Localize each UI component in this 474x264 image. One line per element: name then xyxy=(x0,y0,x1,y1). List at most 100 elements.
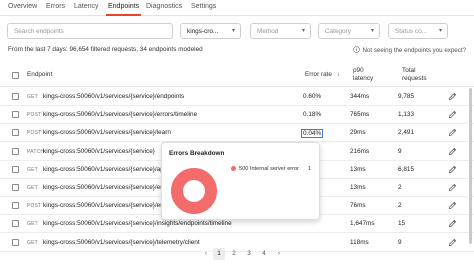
chevron-down-icon: ▾ xyxy=(438,28,442,34)
method-placeholder: Method xyxy=(257,28,279,35)
http-method-badge: PATCH xyxy=(27,148,45,155)
row-checkbox[interactable] xyxy=(12,111,19,119)
table-header: Endpoint Error rate ↓ p90 latency Total … xyxy=(0,63,474,87)
p90-latency-value: 216ms xyxy=(350,147,370,155)
total-requests-value: 9 xyxy=(398,238,402,246)
p90-latency-value: 13ms xyxy=(350,165,366,173)
edit-pencil-icon[interactable] xyxy=(448,201,457,210)
tab-bar: Overview Errors Latency Endpoints Diagno… xyxy=(0,0,474,16)
total-requests-value: 2 xyxy=(398,184,402,191)
prev-page-button[interactable]: ‹ xyxy=(200,248,212,260)
p90-latency-value: 29ms xyxy=(350,129,366,137)
row-checkbox[interactable] xyxy=(12,184,19,191)
row-checkbox[interactable] xyxy=(12,220,19,228)
page-button-2[interactable]: 2 xyxy=(228,248,240,260)
errors-breakdown-tooltip: Errors Breakdown 500 Internal server err… xyxy=(161,142,320,220)
endpoint-path[interactable]: kings-cross:50060/v1/services/{service}/… xyxy=(43,239,200,246)
row-checkbox[interactable] xyxy=(12,165,19,173)
search-placeholder: Search endpoints xyxy=(14,28,64,35)
endpoint-path[interactable]: kings-cross:50060/v1/services/{service}/… xyxy=(43,93,184,100)
edit-pencil-icon[interactable] xyxy=(448,110,457,119)
total-requests-value: 6,815 xyxy=(398,165,414,173)
table-row[interactable]: POST kings-cross:50060/v1/services/{servi… xyxy=(0,124,474,143)
endpoint-path[interactable]: kings-cross:50060/v1/services/{service}/… xyxy=(43,111,197,118)
sort-desc-icon: ↓ xyxy=(336,71,340,78)
page-button-4[interactable]: 4 xyxy=(258,248,270,260)
category-select[interactable]: Category ▾ xyxy=(318,23,380,39)
tab-settings[interactable]: Settings xyxy=(191,3,216,10)
error-rate-value[interactable]: 0.18% xyxy=(303,111,321,118)
http-method-badge: POST xyxy=(27,203,42,210)
http-method-badge: GET xyxy=(27,185,38,191)
edit-pencil-icon[interactable] xyxy=(448,128,457,137)
column-p90-line2: latency xyxy=(353,75,374,82)
endpoint-path[interactable]: kings-cross:50060/v1/services/{service}/… xyxy=(43,129,171,136)
column-error-rate[interactable]: Error rate ↓ xyxy=(305,71,340,79)
tooltip-legend-item: 500 Internal server error xyxy=(231,166,299,172)
requests-summary: From the last 7 days: 96,654 filtered re… xyxy=(8,46,203,53)
method-select[interactable]: Method ▾ xyxy=(250,23,311,39)
row-checkbox[interactable] xyxy=(12,129,19,137)
tab-overview[interactable]: Overview xyxy=(8,3,37,10)
active-tab-indicator xyxy=(106,14,141,16)
edit-pencil-icon[interactable] xyxy=(448,183,457,192)
edit-pencil-icon[interactable] xyxy=(448,238,457,247)
endpoint-path[interactable]: kings-cross:50060/v1/services/{service}/… xyxy=(43,166,164,173)
tab-latency[interactable]: Latency xyxy=(74,3,99,10)
column-error-rate-label: Error rate xyxy=(305,71,332,78)
row-checkbox[interactable] xyxy=(12,93,19,100)
http-method-badge: GET xyxy=(27,239,38,246)
http-method-badge: GET xyxy=(27,166,38,173)
error-rate-value[interactable]: 0.60% xyxy=(303,93,321,100)
search-input[interactable]: Search endpoints xyxy=(7,23,173,39)
error-rate-value[interactable]: 0.04% xyxy=(301,129,324,139)
help-link-label: Not seeing the endpoints you expect? xyxy=(362,47,466,54)
total-requests-value: 9,785 xyxy=(398,93,414,100)
http-method-badge: POST xyxy=(27,112,42,119)
table-scrollbar[interactable] xyxy=(469,88,472,244)
help-link[interactable]: Not seeing the endpoints you expect? xyxy=(353,46,466,54)
total-requests-value: 2 xyxy=(398,202,402,210)
column-total-line1: Total xyxy=(402,67,416,74)
legend-count: 1 xyxy=(308,166,312,172)
legend-label: 500 Internal server error xyxy=(239,166,300,172)
column-p90-latency[interactable]: p90 latency xyxy=(353,67,373,83)
column-endpoint[interactable]: Endpoint xyxy=(27,71,52,79)
service-select[interactable]: kings-cro... ▾ xyxy=(180,23,241,39)
tab-diagnostics[interactable]: Diagnostics xyxy=(146,3,182,10)
edit-pencil-icon[interactable] xyxy=(448,165,457,174)
endpoint-path[interactable]: kings-cross:50060/v1/services/{service}/… xyxy=(43,202,164,209)
p90-latency-value: 13ms xyxy=(350,184,366,191)
next-page-button[interactable]: › xyxy=(273,248,285,260)
page-button-3[interactable]: 3 xyxy=(243,248,255,260)
tab-endpoints[interactable]: Endpoints xyxy=(108,3,139,10)
edit-pencil-icon[interactable] xyxy=(448,92,457,101)
row-checkbox[interactable] xyxy=(12,238,19,246)
row-checkbox[interactable] xyxy=(12,147,19,155)
http-method-badge: POST xyxy=(27,130,42,137)
donut-segment-500 xyxy=(171,168,217,214)
edit-pencil-icon[interactable] xyxy=(448,147,457,156)
total-requests-value: 15 xyxy=(398,220,406,228)
endpoint-path[interactable]: kings-cross:50060/v1/services/{service}/… xyxy=(43,184,164,191)
edit-pencil-icon[interactable] xyxy=(448,219,457,228)
http-method-badge: GET xyxy=(27,221,38,228)
status-code-placeholder: Status co... xyxy=(395,28,427,35)
select-all-checkbox[interactable] xyxy=(12,72,19,79)
status-code-select[interactable]: Status co... ▾ xyxy=(388,23,448,39)
table-row[interactable]: POST kings-cross:50060/v1/services/{servi… xyxy=(0,106,474,125)
page-button-1[interactable]: 1 xyxy=(213,248,225,260)
p90-latency-value: 765ms xyxy=(350,111,370,119)
endpoint-path[interactable]: kings-cross:50060/v1/services/{service} xyxy=(43,148,155,155)
column-total-requests[interactable]: Total requests xyxy=(402,67,427,83)
row-checkbox[interactable] xyxy=(12,202,19,210)
category-placeholder: Category xyxy=(325,28,351,35)
p90-latency-value: 118ms xyxy=(350,238,369,246)
tab-errors[interactable]: Errors xyxy=(46,3,65,10)
chevron-down-icon: ▾ xyxy=(301,28,305,34)
http-method-badge: GET xyxy=(27,94,38,100)
info-icon xyxy=(353,46,361,53)
total-requests-value: 2,491 xyxy=(398,129,414,137)
table-row[interactable]: GET kings-cross:50060/v1/services/{servic… xyxy=(0,88,474,106)
endpoint-path[interactable]: kings-cross:50060/v1/services/{service}/… xyxy=(43,220,232,227)
